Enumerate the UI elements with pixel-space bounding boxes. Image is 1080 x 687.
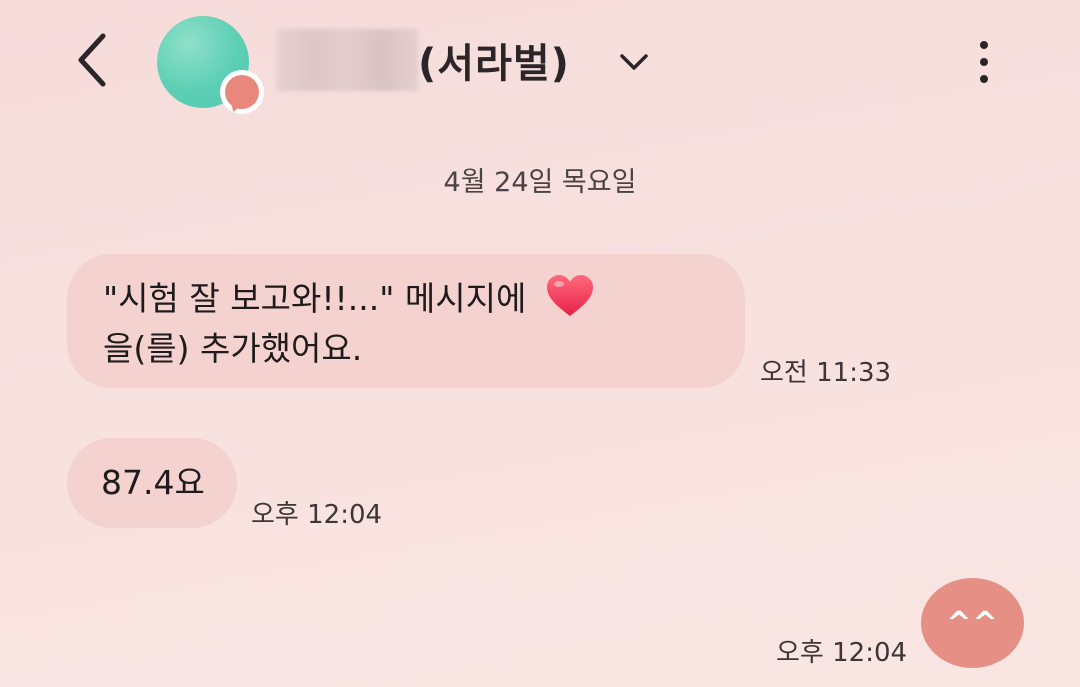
contact-dropdown-button[interactable]	[612, 42, 656, 82]
message-text: "시험 잘 보고와!!..." 메시지에	[103, 279, 527, 318]
message-timestamp: 오후 12:04	[776, 638, 908, 668]
chevron-left-icon	[78, 33, 106, 87]
message-timestamp: 오전 11:33	[760, 358, 892, 388]
contact-name-suffix: (서라벌)	[418, 41, 570, 87]
chat-bubble-icon	[220, 70, 264, 114]
outgoing-message-bubble[interactable]: ^^	[921, 578, 1024, 668]
date-divider: 4월 24일 목요일	[443, 167, 637, 198]
message-timestamp: 오후 12:04	[251, 500, 383, 530]
message-text: 87.4요	[101, 463, 205, 502]
contact-name[interactable]: (서라벌)	[276, 28, 570, 92]
back-button[interactable]	[62, 30, 122, 90]
message-text: 을(를) 추가했어요.	[103, 329, 363, 368]
message-text: ^^	[946, 605, 999, 641]
heart-icon	[546, 275, 593, 316]
blurred-name	[276, 29, 418, 91]
incoming-message-bubble[interactable]: 87.4요	[67, 438, 237, 528]
more-options-button[interactable]	[962, 34, 1006, 90]
chevron-down-icon	[620, 54, 648, 70]
more-vertical-icon	[980, 41, 988, 49]
incoming-message-bubble[interactable]: "시험 잘 보고와!!..." 메시지에 을(를) 추가했어요.	[67, 254, 745, 388]
